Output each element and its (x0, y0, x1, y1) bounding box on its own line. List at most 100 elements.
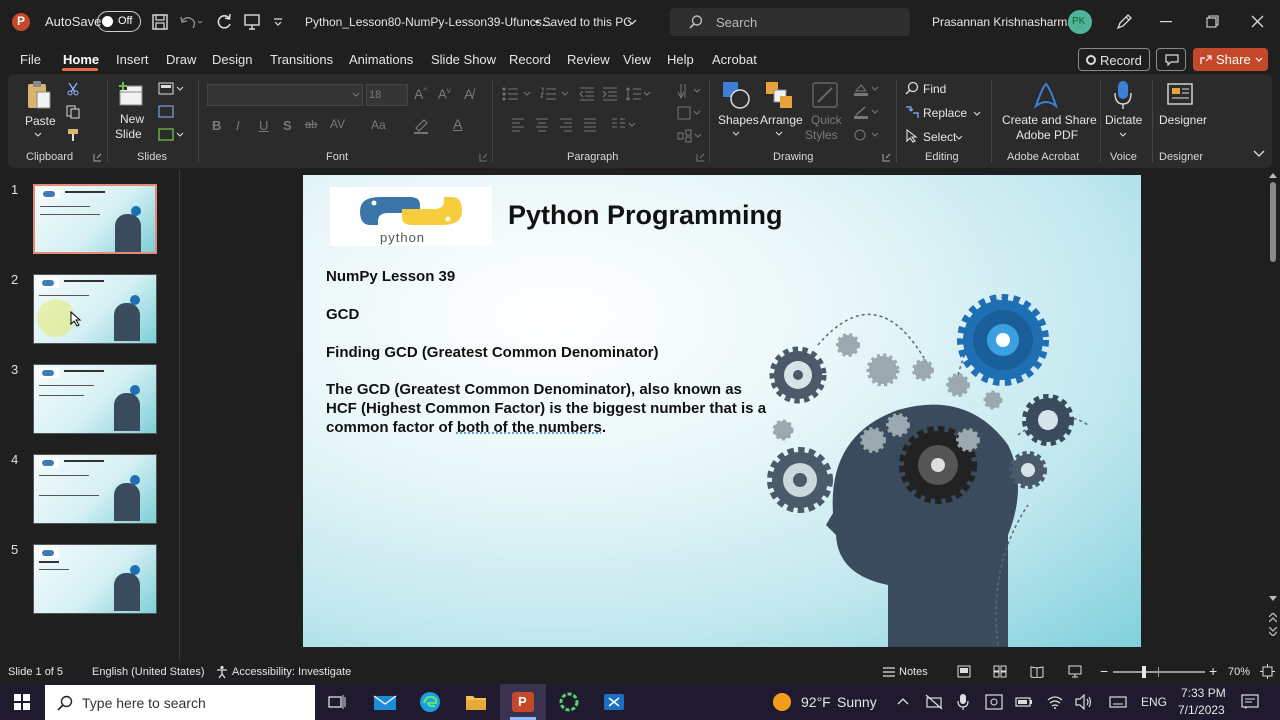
zoom-out-icon[interactable]: − (1100, 663, 1108, 679)
chevron-down-icon[interactable] (732, 131, 740, 137)
replace-icon[interactable] (905, 105, 919, 119)
share-button[interactable]: Share (1193, 48, 1268, 71)
slide-sorter-icon[interactable] (993, 665, 1007, 678)
zoom-level[interactable]: 70% (1228, 666, 1250, 678)
tab-design[interactable]: Design (212, 52, 252, 67)
reading-view-icon[interactable] (1030, 665, 1044, 678)
layout-icon[interactable] (158, 82, 184, 96)
dialog-launcher-icon[interactable] (93, 153, 102, 162)
fit-to-window-icon[interactable] (1260, 664, 1275, 679)
paste-icon[interactable] (26, 80, 52, 112)
section-icon[interactable] (158, 128, 184, 142)
powerpoint-taskbar-button[interactable]: P (500, 684, 546, 720)
strikethrough-icon[interactable]: ab (305, 119, 317, 131)
smartart-icon[interactable] (677, 129, 703, 143)
minimize-icon[interactable] (1160, 21, 1172, 23)
tab-home[interactable]: Home (63, 52, 99, 67)
weather-temp[interactable]: 92°F (801, 694, 831, 710)
chevron-down-icon[interactable] (775, 131, 783, 137)
arrange-icon[interactable] (764, 80, 794, 110)
task-view-icon[interactable] (328, 694, 346, 710)
tab-view[interactable]: View (623, 52, 651, 67)
previous-slide-icon[interactable] (1269, 613, 1277, 622)
replace-label[interactable]: Replace (923, 106, 967, 120)
save-status[interactable]: • Saved to this PC (535, 15, 632, 29)
scroll-up-icon[interactable] (1269, 172, 1277, 178)
quick-styles-label-1[interactable]: Quick (811, 113, 842, 127)
shapes-icon[interactable] (721, 80, 751, 110)
notes-button[interactable]: Notes (899, 666, 928, 678)
windows-start-icon[interactable] (14, 694, 30, 710)
shape-fill-icon[interactable] (853, 82, 879, 96)
dictate-label[interactable]: Dictate (1105, 113, 1142, 127)
paste-label[interactable]: Paste (25, 114, 56, 128)
scrollbar-thumb[interactable] (1270, 182, 1276, 262)
slide-thumbnail-4[interactable] (33, 454, 157, 524)
edge-browser-icon[interactable] (419, 691, 441, 713)
language-status[interactable]: English (United States) (92, 666, 205, 678)
format-painter-icon[interactable] (66, 128, 80, 142)
clock-time[interactable]: 7:33 PM (1181, 686, 1226, 700)
increase-font-icon[interactable]: A^ (414, 86, 427, 102)
input-language[interactable]: ENG (1141, 695, 1167, 709)
shape-effects-icon[interactable] (853, 128, 879, 142)
align-left-icon[interactable] (511, 118, 525, 132)
bullets-icon[interactable] (502, 87, 532, 101)
line-spacing-icon[interactable] (625, 87, 651, 101)
clock-date[interactable]: 7/1/2023 (1178, 703, 1225, 717)
character-spacing-icon[interactable]: AV (330, 117, 345, 131)
italic-icon[interactable]: I (236, 118, 240, 133)
justify-icon[interactable] (583, 118, 597, 132)
dialog-launcher-icon[interactable] (882, 153, 891, 162)
search-box[interactable]: Search (670, 8, 910, 36)
tab-draw[interactable]: Draw (166, 52, 196, 67)
vertical-scrollbar[interactable] (1267, 170, 1279, 642)
tab-transitions[interactable]: Transitions (270, 52, 333, 67)
chevron-down-icon[interactable] (973, 111, 981, 117)
select-label[interactable]: Select (923, 130, 956, 144)
shapes-label[interactable]: Shapes (718, 113, 759, 127)
weather-desc[interactable]: Sunny (837, 694, 877, 710)
pen-icon[interactable] (1114, 12, 1134, 32)
designer-icon[interactable] (1166, 80, 1196, 108)
snipping-tool-icon[interactable] (603, 692, 625, 712)
close-icon[interactable] (1251, 15, 1264, 28)
align-text-icon[interactable] (677, 106, 703, 120)
save-icon[interactable] (151, 13, 169, 31)
file-explorer-icon[interactable] (465, 692, 487, 712)
decrease-font-icon[interactable]: Av (438, 86, 451, 101)
find-label[interactable]: Find (923, 82, 946, 96)
wifi-icon[interactable] (1046, 694, 1064, 710)
microphone-icon[interactable] (1113, 80, 1133, 110)
keyboard-layout-icon[interactable] (1109, 695, 1127, 709)
acrobat-label-1[interactable]: Create and Share (1002, 113, 1097, 127)
chevron-up-icon[interactable] (897, 697, 909, 705)
highlighter-icon[interactable] (413, 117, 429, 135)
cut-icon[interactable] (66, 82, 80, 96)
tab-acrobat[interactable]: Acrobat (712, 52, 757, 67)
adobe-pdf-icon[interactable] (1032, 80, 1060, 110)
tab-help[interactable]: Help (667, 52, 694, 67)
arrange-label[interactable]: Arrange (760, 113, 803, 127)
acrobat-label-2[interactable]: Adobe PDF (1016, 128, 1078, 142)
slide-thumbnail-5[interactable] (33, 544, 157, 614)
notification-icon[interactable] (1241, 694, 1259, 710)
tab-slide-show[interactable]: Slide Show (431, 52, 496, 67)
copy-icon[interactable] (66, 105, 80, 119)
spinner-app-icon[interactable] (558, 691, 580, 713)
record-button[interactable]: Record (1078, 48, 1150, 71)
font-color-icon[interactable]: A (453, 116, 462, 132)
scroll-down-icon[interactable] (1269, 596, 1277, 602)
select-cursor-icon[interactable] (906, 129, 918, 143)
customize-toolbar-icon[interactable] (273, 17, 283, 27)
quick-styles-label-2[interactable]: Styles (805, 128, 838, 142)
dialog-launcher-icon[interactable] (696, 153, 705, 162)
screen-capture-icon[interactable] (985, 694, 1003, 710)
shadow-icon[interactable]: S (283, 118, 292, 133)
chevron-down-icon[interactable] (352, 92, 360, 98)
zoom-slider[interactable] (1113, 666, 1205, 678)
quick-styles-icon[interactable] (810, 80, 840, 110)
network-off-icon[interactable] (925, 694, 943, 710)
new-slide-icon[interactable] (118, 81, 146, 107)
weather-sun-icon[interactable] (773, 693, 791, 711)
